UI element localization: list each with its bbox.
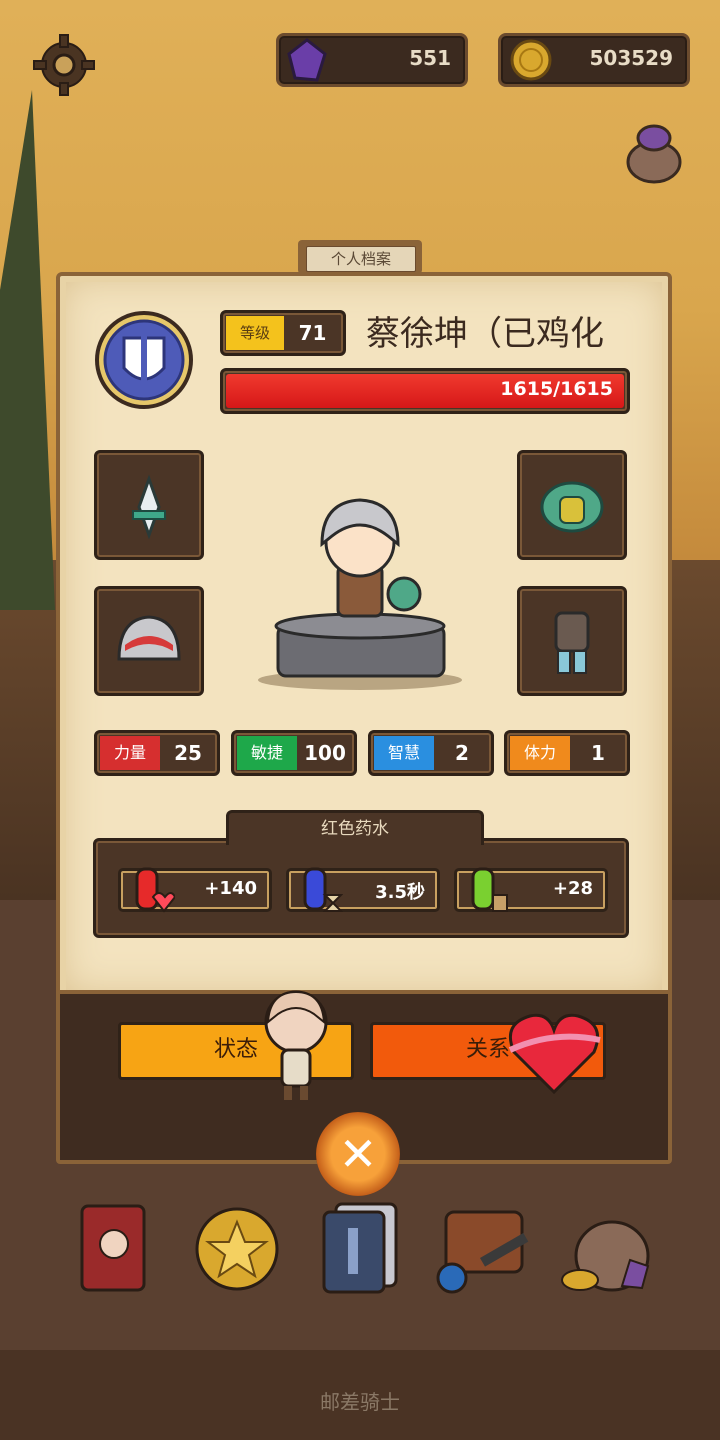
stat-wisdom-label: 智慧 [374,736,434,770]
stat-agility: 敏捷 100 [231,730,357,776]
potion-speed-value: 3.5秒 [375,882,425,903]
stat-stamina: 体力 1 [504,730,630,776]
potion-boost[interactable]: +28 [454,867,608,912]
body-armor-icon [554,611,590,674]
gem-counter: 551 [276,33,468,87]
red-potion-icon [135,867,175,913]
stat-stamina-label: 体力 [510,736,570,770]
armor-icon [540,481,604,533]
potion-boost-value: +28 [552,878,593,899]
heart-icon [508,1013,601,1095]
gold-coin-icon [510,39,552,81]
hp-bar: 1615/1615 [220,368,630,414]
potion-hp-value: +140 [204,878,257,899]
potion-hp[interactable]: +140 [118,867,272,913]
knight-character [258,498,462,690]
purple-gem-icon [287,38,327,82]
journal-book-icon[interactable] [76,1200,152,1296]
stat-wisdom-value: 2 [455,741,469,765]
card-deck-icon[interactable] [318,1198,404,1296]
coin-count: 503529 [589,46,674,70]
star-coin-icon[interactable] [192,1204,282,1294]
character-name: 蔡徐坤（已鸡化 [366,314,604,354]
stat-strength: 力量 25 [94,730,220,776]
stat-stamina-value: 1 [591,741,605,765]
potion-title: 红色药水 [226,810,484,845]
stat-agility-value: 100 [304,741,346,765]
treasure-sack-icon[interactable] [560,1200,658,1296]
equip-slot-armor[interactable] [517,450,627,560]
helmet-icon [117,615,181,661]
pine-tree-icon [0,90,55,610]
blue-potion-icon [303,867,343,912]
stat-wisdom: 智慧 2 [368,730,494,776]
hp-text: 1615/1615 [500,378,613,400]
girl-character-icon [264,990,328,1100]
level-badge: 等级 71 [220,310,346,356]
potion-speed[interactable]: 3.5秒 [286,867,440,912]
equip-slot-body[interactable] [517,586,627,696]
sword-icon [132,474,166,540]
settings-gear-icon[interactable] [32,33,96,97]
class-shield-emblem-icon [95,311,193,409]
equip-slot-helmet[interactable] [94,586,204,696]
equip-slot-weapon[interactable] [94,450,204,560]
level-value: 71 [298,321,327,345]
coin-counter: 503529 [498,33,690,87]
green-potion-icon [471,867,508,912]
profile-tab-label: 个人档案 [306,246,416,272]
footer-title: 邮差骑士 [320,1390,400,1414]
stat-agility-label: 敏捷 [237,736,297,770]
stat-strength-value: 25 [174,741,202,765]
close-button[interactable]: ✕ [316,1112,400,1196]
gem-bag-icon[interactable] [624,122,684,184]
level-label: 等级 [226,316,284,350]
stat-strength-label: 力量 [100,736,160,770]
adventure-bag-icon[interactable] [432,1198,536,1296]
gem-count: 551 [409,46,451,70]
